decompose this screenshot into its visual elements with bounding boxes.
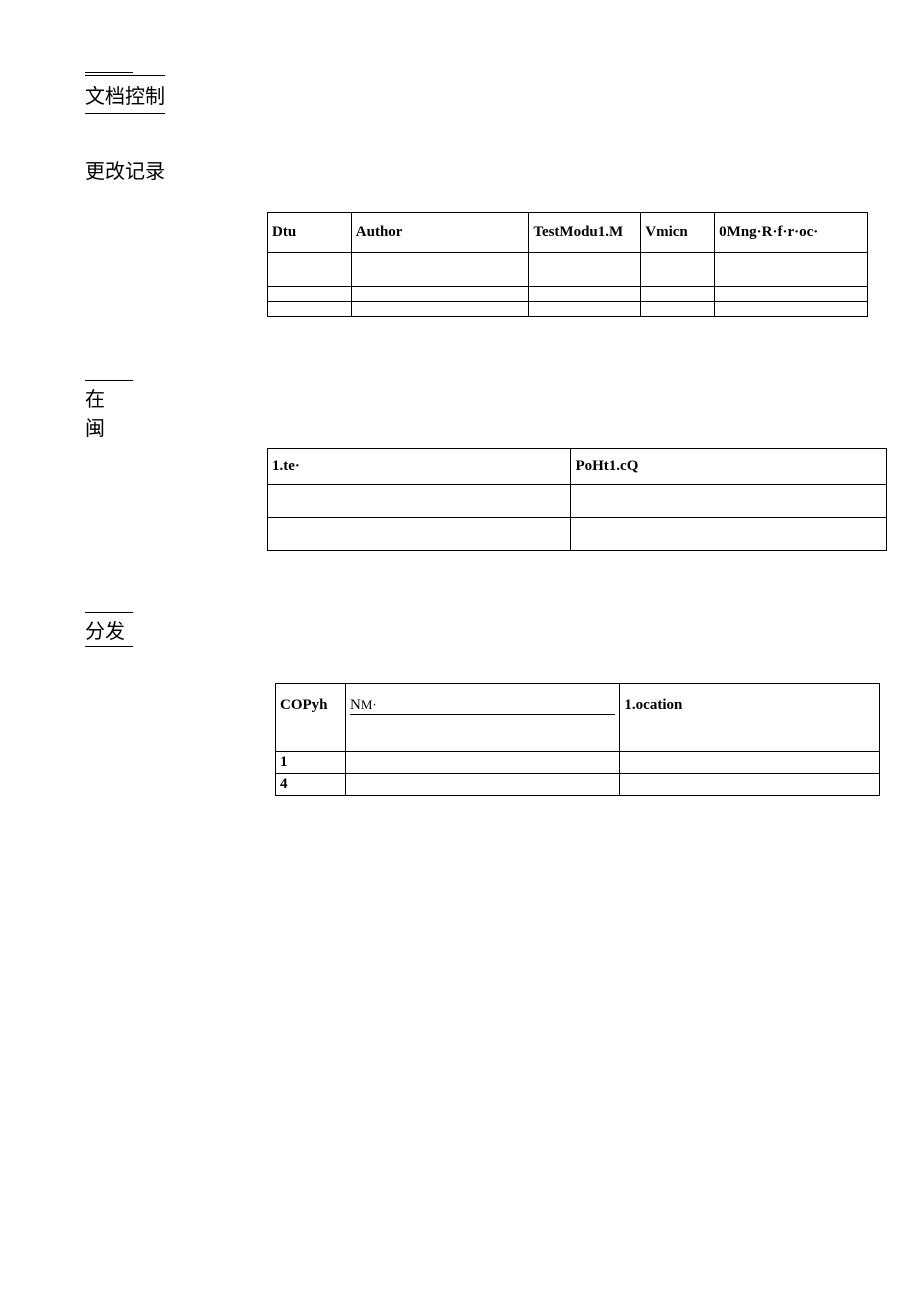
section-title-reviewers-1: 在 [85,383,105,412]
col-header-version: Vmicn [641,213,715,253]
row-number: 1 [276,752,346,774]
table-row: 1 [276,752,880,774]
col-header-date: Dtu [268,213,352,253]
table-row [268,302,868,317]
table-header-row: Dtu Author TestModu1.M Vmicn 0Mng·R·f·r·… [268,213,868,253]
table-row [268,287,868,302]
table-row [268,485,887,518]
col-header-author: Author [351,213,529,253]
col-header-copy: COPyh [276,684,346,728]
col-header-name: NM· [345,684,619,728]
reviewers-table: 1.te· PoHt1.cQ [267,448,887,551]
col-header-name-text: M· [361,697,377,712]
row-number: 4 [276,774,346,796]
distribution-table: COPyh NM· 1.ocation 1 4 [275,683,880,796]
inner-underline [350,714,615,715]
col-header-name: 1.te· [268,449,571,485]
section-title-distribution: 分发 [85,615,125,644]
divider-line [85,612,133,613]
section-title-doc-control: 文档控制 [85,75,165,114]
col-header-location: 1.ocation [620,684,880,728]
col-header-module: TestModu1.M [529,213,641,253]
table-row: 4 [276,774,880,796]
table-header-row: COPyh NM· 1.ocation [276,684,880,728]
divider-line [85,380,133,381]
table-row [268,253,868,287]
col-header-reference: 0Mng·R·f·r·oc· [715,213,868,253]
change-record-table: Dtu Author TestModu1.M Vmicn 0Mng·R·f·r·… [267,212,868,317]
table-header-row: 1.te· PoHt1.cQ [268,449,887,485]
section-title-change-record: 更改记录 [85,155,165,184]
table-row [268,518,887,551]
divider-line [85,646,133,647]
section-title-reviewers-2: 闽 [85,412,105,441]
col-header-position: PoHt1.cQ [571,449,887,485]
divider-line [85,72,133,73]
table-row [276,728,880,752]
